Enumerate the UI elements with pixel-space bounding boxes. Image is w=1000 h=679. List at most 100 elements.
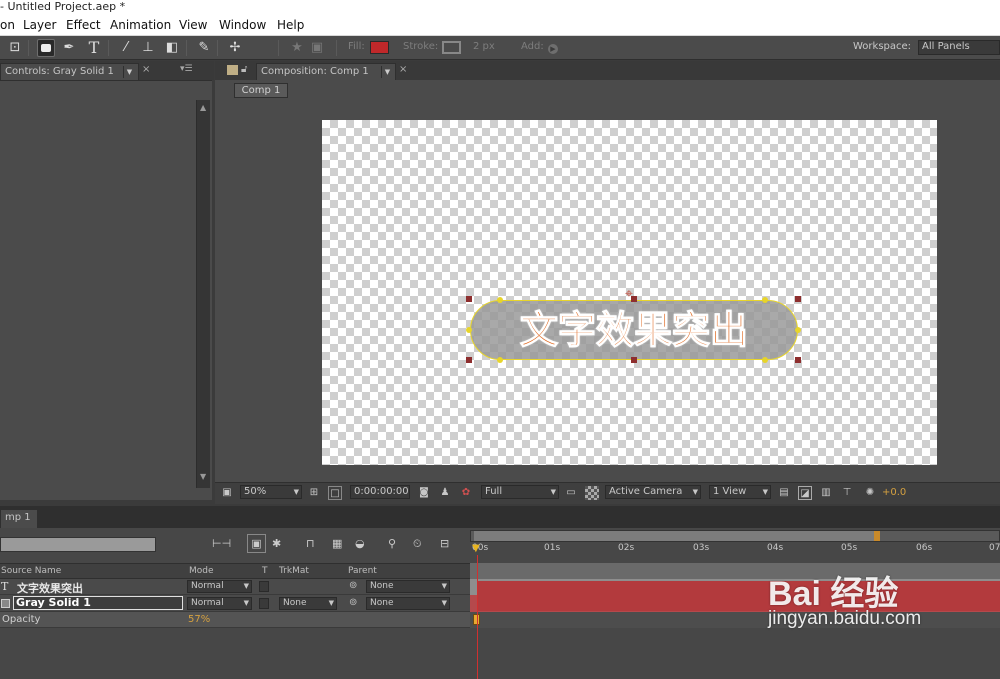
frame-blending-icon[interactable]: ⊓	[306, 537, 315, 550]
brush-tool-icon[interactable]: ⁄	[117, 39, 135, 57]
layer-name[interactable]: 文字效果突出	[17, 580, 83, 596]
parent-select[interactable]: None ▼	[366, 580, 450, 593]
layer-row[interactable]: T 文字效果突出 Normal ▼ ⊚ None ▼	[0, 579, 470, 595]
workspace-select[interactable]: All Panels	[918, 40, 1000, 55]
work-area-end-handle[interactable]	[874, 531, 880, 541]
layer-mode-select[interactable]: Normal ▼	[187, 597, 252, 610]
transparency-grid-icon[interactable]	[585, 486, 599, 500]
timeline-icon[interactable]: ▥	[819, 486, 833, 500]
fast-preview-icon[interactable]: ◪	[798, 486, 812, 500]
toggle-pixel-aspect-icon[interactable]: ▤	[777, 486, 791, 500]
opacity-value[interactable]: 57%	[188, 614, 210, 625]
scroll-up-icon[interactable]: ▲	[200, 103, 206, 112]
parent-select[interactable]: None ▼	[366, 597, 450, 610]
mode-header[interactable]: Mode	[189, 566, 214, 576]
draft-3d-icon[interactable]: ▣	[247, 534, 266, 553]
roto-brush-tool-icon[interactable]: ✎	[195, 39, 213, 57]
close-icon[interactable]: ×	[142, 64, 150, 75]
chevron-down-icon[interactable]: ▼	[123, 66, 135, 78]
mask-icon[interactable]: ▣	[308, 39, 326, 57]
menu-item-effect[interactable]: Effect	[66, 16, 101, 35]
vertex-point[interactable]	[497, 357, 503, 363]
transform-handle[interactable]	[631, 357, 637, 363]
clone-stamp-tool-icon[interactable]: ⊥	[139, 39, 157, 57]
menu-item-animation[interactable]: Animation	[110, 16, 171, 35]
always-preview-icon[interactable]: ▣	[220, 486, 234, 500]
tab-timeline-comp1[interactable]: mp 1 ×	[0, 509, 38, 538]
fast-previews-icon[interactable]: ▭	[564, 486, 578, 500]
tab-effect-controls[interactable]: Controls: Gray Solid 1 ▼	[0, 63, 139, 80]
transform-handle[interactable]	[795, 296, 801, 302]
playhead-icon[interactable]: ▼	[472, 543, 482, 555]
motion-blur-icon[interactable]: ▦	[332, 537, 342, 550]
transform-handle[interactable]	[795, 357, 801, 363]
transform-handle[interactable]	[466, 296, 472, 302]
current-time-field[interactable]: 0:00:00:00	[350, 485, 410, 499]
eraser-tool-icon[interactable]: ◧	[163, 39, 181, 57]
composition-mini-flowchart-icon[interactable]: ⊢⊣	[212, 537, 231, 550]
layer-name-edit-field[interactable]: Gray Solid 1	[13, 596, 183, 610]
puppet-pin-tool-icon[interactable]: ✢	[226, 39, 244, 57]
brainstorm-icon[interactable]: ◒	[355, 537, 365, 550]
show-snapshot-icon[interactable]: ♟	[438, 486, 452, 500]
layer-row[interactable]: Gray Solid 1 Normal ▼ None ▼ ⊚ None ▼	[0, 595, 470, 612]
snapshot-icon[interactable]: ◙	[417, 486, 431, 500]
exposure-value[interactable]: +0.0	[882, 487, 906, 498]
menu-item-layer[interactable]: Layer	[23, 16, 56, 35]
vertex-point[interactable]	[795, 327, 801, 333]
controls-scrollbar[interactable]: ▲ ▼	[196, 100, 210, 488]
panel-menu-icon[interactable]: ▾☰	[180, 64, 193, 74]
layer-mode-select[interactable]: Normal ▼	[187, 580, 252, 593]
vertex-point[interactable]	[497, 297, 503, 303]
menu-item-window[interactable]: Window	[219, 16, 266, 35]
scroll-down-icon[interactable]: ▼	[200, 472, 206, 481]
t-header[interactable]: T	[262, 566, 268, 576]
vertex-point[interactable]	[762, 297, 768, 303]
pan-behind-icon[interactable]: ⊡	[6, 39, 24, 57]
composition-text-layer[interactable]: 文字效果突出	[470, 300, 798, 360]
star-shape-icon[interactable]: ★	[288, 39, 306, 57]
parent-pick-whip-icon[interactable]: ⊚	[349, 580, 357, 591]
add-property-icon[interactable]: ▶	[548, 44, 558, 54]
magnification-select[interactable]: 50% ▼	[240, 485, 302, 499]
stroke-width-value[interactable]: 2 px	[473, 41, 495, 52]
menu-item-help[interactable]: Help	[277, 16, 304, 35]
view-layout-select[interactable]: 1 View ▼	[709, 485, 771, 499]
pen-tool-icon[interactable]: ✒	[60, 39, 78, 57]
property-row[interactable]: Opacity 57%	[0, 612, 470, 628]
timeline-search-input[interactable]	[0, 537, 156, 552]
preserve-transparency-checkbox[interactable]	[259, 598, 269, 609]
work-area-range[interactable]	[474, 531, 878, 541]
fill-color-swatch[interactable]	[370, 41, 389, 54]
flowchart-icon[interactable]: ⊤	[840, 486, 854, 500]
channel-rgb-icon[interactable]: ✿	[459, 486, 473, 500]
rounded-rectangle-tool-icon[interactable]	[37, 39, 55, 57]
source-name-header[interactable]: Source Name	[1, 566, 61, 576]
chevron-down-icon[interactable]: ▼	[381, 66, 393, 78]
stroke-color-swatch[interactable]	[442, 41, 461, 54]
menu-item-view[interactable]: View	[179, 16, 207, 35]
reset-exposure-icon[interactable]: ✺	[863, 486, 877, 500]
transform-handle[interactable]	[466, 357, 472, 363]
comp-flowchart-tab[interactable]: Comp 1	[234, 83, 288, 98]
vertex-point[interactable]	[762, 357, 768, 363]
trkmat-header[interactable]: TrkMat	[279, 566, 309, 576]
preserve-transparency-checkbox[interactable]	[259, 581, 269, 592]
graph-editor-icon[interactable]: ⊟	[440, 537, 449, 550]
auto-keyframe-icon[interactable]: ⚲	[388, 537, 396, 550]
toggle-transparency-grid-icon[interactable]: □	[328, 486, 342, 500]
region-of-interest-icon[interactable]: ⊞	[307, 486, 321, 500]
tab-composition[interactable]: Composition: Comp 1 ▼	[256, 63, 396, 80]
lock-icon[interactable]: 🔓︎	[241, 64, 247, 75]
track-matte-select[interactable]: None ▼	[279, 597, 337, 610]
transform-handle[interactable]	[631, 296, 637, 302]
parent-header[interactable]: Parent	[348, 566, 377, 576]
vertex-point[interactable]	[466, 327, 472, 333]
menu-item-composition[interactable]: on	[0, 16, 15, 35]
camera-view-select[interactable]: Active Camera ▼	[605, 485, 701, 499]
hide-shy-layers-icon[interactable]: ✱	[272, 537, 281, 550]
close-icon[interactable]: ×	[399, 64, 407, 75]
resolution-select[interactable]: Full ▼	[481, 485, 559, 499]
parent-pick-whip-icon[interactable]: ⊚	[349, 597, 357, 608]
type-tool-icon[interactable]: T	[85, 39, 103, 57]
